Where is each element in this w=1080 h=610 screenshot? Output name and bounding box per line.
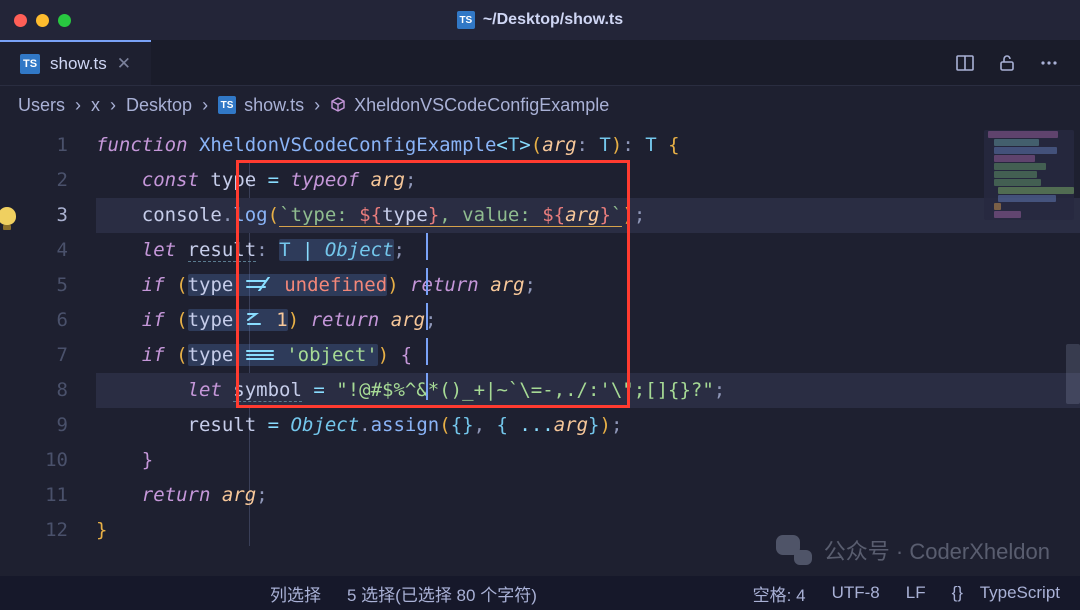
watermark: 公众号 · CoderXheldon (776, 534, 1050, 566)
code-line: result = Object.assign({}, { ...arg}); (96, 408, 1080, 443)
code-line: console.log(`type: ${type}, value: ${arg… (96, 198, 1080, 233)
chevron-right-icon: › (314, 95, 320, 116)
line-number: 4 (0, 233, 68, 268)
breadcrumb-segment[interactable]: Users (18, 95, 65, 116)
breadcrumb-segment[interactable]: Desktop (126, 95, 192, 116)
zoom-window-button[interactable] (58, 14, 71, 27)
breadcrumb-segment[interactable]: x (91, 95, 100, 116)
tab-actions (954, 40, 1080, 85)
code-line: let result: T | Object; (96, 233, 1080, 268)
line-number: 1 (0, 128, 68, 163)
minimize-window-button[interactable] (36, 14, 49, 27)
tab-show-ts[interactable]: TS show.ts ✕ (0, 40, 151, 85)
code-line: if (type undefined) return arg; (96, 268, 1080, 303)
ts-file-icon: TS (20, 54, 40, 74)
more-icon[interactable] (1038, 52, 1060, 74)
code-line: const type = typeof arg; (96, 163, 1080, 198)
line-number: 9 (0, 408, 68, 443)
status-indent[interactable]: 空格: 4 (753, 581, 806, 606)
lightbulb-icon[interactable] (0, 207, 16, 225)
line-number: 8 (0, 373, 68, 408)
status-encoding[interactable]: UTF-8 (832, 583, 880, 603)
tab-label: show.ts (50, 54, 107, 74)
braces-icon: {} (952, 583, 963, 603)
ts-file-icon: TS (218, 96, 236, 114)
status-column-select[interactable]: 列选择 (270, 581, 321, 606)
status-selection[interactable]: 5 选择(已选择 80 个字符) (347, 581, 537, 606)
line-number: 12 (0, 513, 68, 548)
editor[interactable]: 1 2 3 4 5 6 7 8 9 10 11 12 function Xhel… (0, 124, 1080, 576)
breadcrumb-segment[interactable]: XheldonVSCodeConfigExample (330, 95, 609, 116)
line-number-gutter: 1 2 3 4 5 6 7 8 9 10 11 12 (0, 124, 86, 576)
window-title-text: ~/Desktop/show.ts (483, 11, 623, 29)
line-number: 2 (0, 163, 68, 198)
status-language[interactable]: {} TypeScript (952, 583, 1060, 603)
line-number: 5 (0, 268, 68, 303)
split-editor-icon[interactable] (954, 52, 976, 74)
title-bar: TS ~/Desktop/show.ts (0, 0, 1080, 40)
symbol-function-icon (330, 97, 346, 113)
code-line: return arg; (96, 478, 1080, 513)
lock-icon[interactable] (996, 52, 1018, 74)
code-line: if (type 'object') { (96, 338, 1080, 373)
code-line: if (type 1) return arg; (96, 303, 1080, 338)
close-tab-icon[interactable]: ✕ (117, 54, 131, 74)
tab-bar: TS show.ts ✕ (0, 40, 1080, 86)
line-number: 7 (0, 338, 68, 373)
scrollbar-thumb[interactable] (1066, 344, 1080, 404)
close-window-button[interactable] (14, 14, 27, 27)
wechat-icon (776, 535, 812, 565)
breadcrumb[interactable]: Users › x › Desktop › TS show.ts › Xheld… (0, 86, 1080, 124)
window-controls (14, 14, 71, 27)
code-line: } (96, 443, 1080, 478)
code-line: let symbol = "!@#$%^&*()_+|~`\=-,./:'\";… (96, 373, 1080, 408)
minimap[interactable] (984, 130, 1074, 220)
chevron-right-icon: › (75, 95, 81, 116)
line-number: 3 (0, 198, 68, 233)
line-number: 10 (0, 443, 68, 478)
status-eol[interactable]: LF (906, 583, 926, 603)
line-number: 6 (0, 303, 68, 338)
code-content[interactable]: function XheldonVSCodeConfigExample<T>(a… (86, 124, 1080, 576)
status-bar: 列选择 5 选择(已选择 80 个字符) 空格: 4 UTF-8 LF {} T… (0, 576, 1080, 610)
watermark-text: 公众号 · CoderXheldon (824, 534, 1050, 566)
ts-file-icon: TS (457, 11, 475, 29)
breadcrumb-segment[interactable]: TS show.ts (218, 95, 304, 116)
code-line: function XheldonVSCodeConfigExample<T>(a… (96, 128, 1080, 163)
chevron-right-icon: › (202, 95, 208, 116)
window-title: TS ~/Desktop/show.ts (0, 11, 1080, 29)
line-number: 11 (0, 478, 68, 513)
chevron-right-icon: › (110, 95, 116, 116)
